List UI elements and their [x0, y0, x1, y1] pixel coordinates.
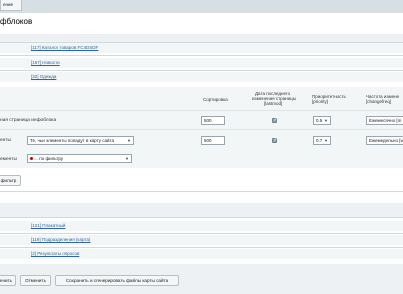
iblock-row: [117] Каталог товаров FC4DSDF [0, 43, 403, 53]
divider [0, 233, 403, 234]
cancel-button[interactable]: Отменить [20, 275, 51, 286]
divider [0, 247, 403, 248]
tab-general[interactable]: ение [0, 0, 22, 11]
col-sort-header: Сортировка [203, 97, 228, 102]
iblock-link[interactable]: [121] Плакатный [31, 221, 65, 231]
save-and-generate-button[interactable]: Сохранить и сгенерировать файлы карты са… [55, 275, 179, 286]
row-filter-label: ементы [0, 157, 17, 162]
col-lastmod-header-line3: [lastmod] [264, 101, 283, 106]
elements-mode-select[interactable]: Те, чьи элементы попадут в карту сайта [27, 136, 134, 145]
row-elements-label: енты [0, 138, 11, 143]
divider [0, 191, 403, 192]
main-sort-input[interactable]: 500 [201, 116, 225, 125]
elements-priority-select[interactable]: 0.7 [313, 136, 331, 145]
divider [0, 217, 403, 218]
iblock-link-expanded[interactable]: [32] Одежда [31, 72, 56, 82]
filter-mode-select[interactable]: ... по фильтру [27, 154, 132, 163]
chevron-down-icon [125, 155, 129, 162]
filter-button[interactable]: фильтр [0, 175, 21, 186]
iblock-row: [2] Результаты опросов [0, 249, 403, 259]
iblock-row: [121] Плакатный [0, 221, 403, 231]
required-marker-icon [30, 157, 33, 160]
main-lastmod-checkbox[interactable] [272, 117, 278, 123]
iblock-row: [167] Новости [0, 58, 403, 68]
iblock-row: [32] Одежда [0, 72, 403, 82]
chevron-down-icon [324, 137, 328, 144]
section-header-band [0, 34, 403, 42]
divider [0, 55, 403, 56]
page-title: фблоков [0, 17, 33, 26]
row-main-label: ная страница инфоблока [0, 118, 57, 123]
tab-strip [0, 0, 403, 13]
iblock-link[interactable]: [119] Подразделения (карта) [31, 235, 90, 245]
elements-changefreq-select[interactable]: Ежемедельно [w [366, 136, 403, 145]
apply-button[interactable]: енить [0, 275, 16, 286]
main-priority-select[interactable]: 0.5 [313, 116, 331, 125]
chevron-down-icon [324, 117, 328, 124]
iblock-link[interactable]: [2] Результаты опросов [31, 249, 79, 259]
section-band [0, 203, 403, 217]
main-changefreq-select[interactable]: Ежемесячно [m [366, 116, 403, 125]
col-changefreq-header-line2: [changefreq] [366, 99, 392, 104]
iblock-link[interactable]: [167] Новости [31, 58, 60, 68]
divider [0, 70, 403, 71]
iblock-row: [119] Подразделения (карта) [0, 235, 403, 245]
chevron-down-icon [127, 137, 131, 144]
elements-lastmod-checkbox[interactable] [272, 137, 278, 143]
col-priority-header-line2: [priority] [312, 99, 329, 104]
divider [0, 110, 403, 111]
elements-sort-input[interactable]: 500 [201, 136, 225, 145]
iblock-link[interactable]: [117] Каталог товаров FC4DSDF [31, 43, 98, 53]
divider [0, 129, 403, 130]
